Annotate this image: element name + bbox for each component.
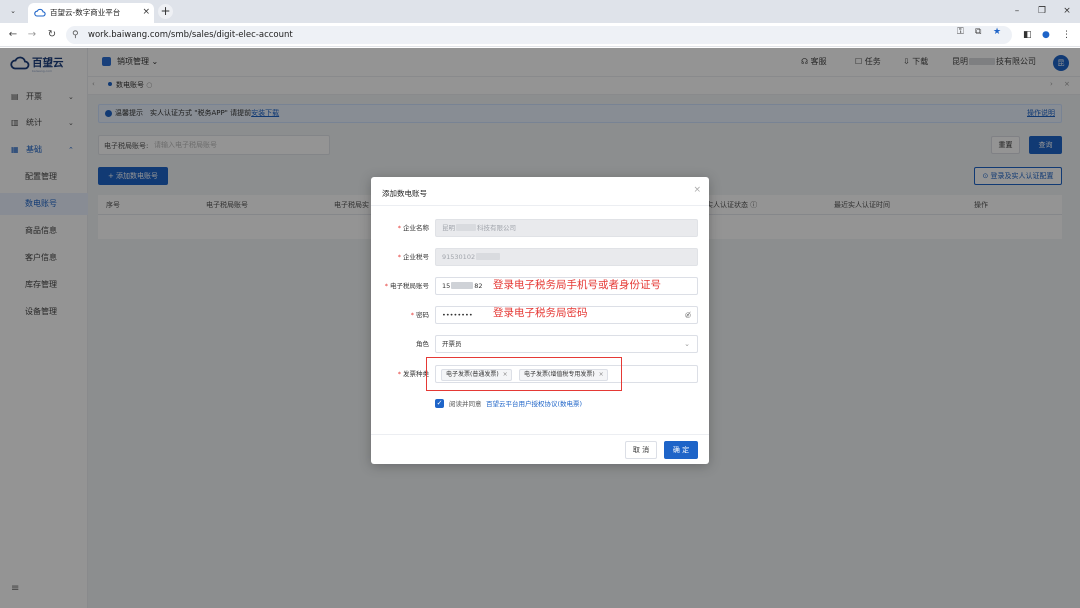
tax-number-row: * 企业税号 91530102	[371, 248, 709, 266]
required-mark: *	[397, 253, 401, 261]
browser-tab[interactable]: 百望云-数字商业平台 ×	[28, 3, 154, 23]
tax-number-label-text: 企业税号	[403, 253, 429, 261]
back-icon[interactable]: ←	[6, 28, 20, 41]
url-text[interactable]: work.baiwang.com/smb/sales/digit-elec-ac…	[88, 29, 293, 41]
add-account-dialog: 添加数电账号 × * 企业名称 昆明 科技有限公司 * 企业税号 91530102 *…	[371, 177, 709, 464]
password-label-text: 密码	[416, 311, 429, 319]
tab-close-icon[interactable]: ×	[142, 7, 150, 18]
tax-number-label: * 企业税号	[398, 252, 429, 262]
forward-icon[interactable]: →	[25, 28, 39, 41]
dialog-title: 添加数电账号	[382, 189, 427, 198]
tax-account-label: * 电子税局账号	[385, 281, 429, 291]
tax-number-prefix: 91530102	[442, 253, 476, 261]
site-info-icon[interactable]: ⚲	[72, 29, 79, 41]
address-bar: ← → ↻ ⚲ work.baiwang.com/smb/sales/digit…	[0, 23, 1080, 47]
confirm-button[interactable]: 确 定	[664, 441, 698, 459]
omnibox[interactable]: ⚲ work.baiwang.com/smb/sales/digit-elec-…	[66, 26, 1012, 44]
install-app-icon[interactable]: ⧉	[975, 26, 981, 38]
side-panel-icon[interactable]: ◧	[1023, 29, 1032, 41]
role-value: 开票员	[442, 340, 462, 348]
divider	[371, 205, 709, 206]
tax-account-suffix: 82	[474, 282, 483, 290]
minimize-icon[interactable]: –	[1010, 5, 1024, 17]
agreement-link[interactable]: 百望云平台用户授权协议(数电票)	[486, 399, 582, 409]
baiwang-favicon-icon	[34, 8, 46, 17]
chrome-menu-icon[interactable]: ⋮	[1062, 29, 1071, 41]
required-mark: *	[384, 282, 388, 290]
bookmark-star-icon[interactable]: ★	[993, 26, 1001, 38]
role-label: 角色	[416, 340, 429, 348]
tax-account-label-text: 电子税局账号	[390, 282, 429, 290]
company-name-suffix: 科技有限公司	[477, 224, 516, 232]
dialog-close-icon[interactable]: ×	[693, 185, 701, 196]
required-mark: *	[397, 224, 401, 232]
role-row: 角色 开票员 ⌄	[371, 335, 709, 353]
annotation-highlight-box	[426, 357, 622, 391]
password-annotation: 登录电子税务局密码	[493, 307, 588, 319]
company-name-label: * 企业名称	[398, 223, 429, 233]
redacted-mask	[451, 282, 474, 289]
role-select[interactable]: 开票员 ⌄	[435, 335, 698, 353]
chevron-down-icon: ⌄	[684, 340, 690, 348]
password-label: * 密码	[411, 310, 429, 320]
restore-icon[interactable]: ❐	[1035, 5, 1049, 17]
company-name-row: * 企业名称 昆明 科技有限公司	[371, 219, 709, 237]
tax-number-field: 91530102	[435, 248, 698, 266]
invoice-type-label: * 发票种类	[398, 369, 429, 379]
hide-password-icon[interactable]: ◎̸	[685, 310, 691, 320]
company-name-field: 昆明 科技有限公司	[435, 219, 698, 237]
company-name-prefix: 昆明	[442, 224, 455, 232]
footer-divider	[371, 434, 709, 435]
company-name-label-text: 企业名称	[403, 224, 429, 232]
cancel-button[interactable]: 取 消	[625, 441, 657, 459]
window-close-icon[interactable]: ×	[1060, 5, 1074, 17]
required-mark: *	[410, 311, 414, 319]
password-key-icon[interactable]: ⚿	[957, 26, 964, 38]
agree-checkbox[interactable]: ✓	[435, 399, 444, 408]
password-value: ••••••••	[442, 311, 473, 319]
tab-title: 百望云-数字商业平台	[50, 8, 121, 17]
redacted-mask	[456, 224, 476, 231]
required-mark: *	[397, 370, 401, 378]
tax-account-prefix: 15	[442, 282, 451, 290]
redacted-mask	[476, 253, 501, 260]
agree-text: 阅读并同意	[449, 400, 482, 408]
tab-search-icon[interactable]: ⌄	[6, 5, 20, 18]
new-tab-icon[interactable]: +	[158, 4, 173, 19]
account-annotation: 登录电子税务局手机号或者身份证号	[493, 279, 661, 291]
reload-icon[interactable]: ↻	[45, 28, 59, 41]
profile-icon[interactable]: ●	[1042, 29, 1050, 41]
browser-tabstrip: ⌄ 百望云-数字商业平台 × + – ❐ ×	[0, 0, 1080, 23]
